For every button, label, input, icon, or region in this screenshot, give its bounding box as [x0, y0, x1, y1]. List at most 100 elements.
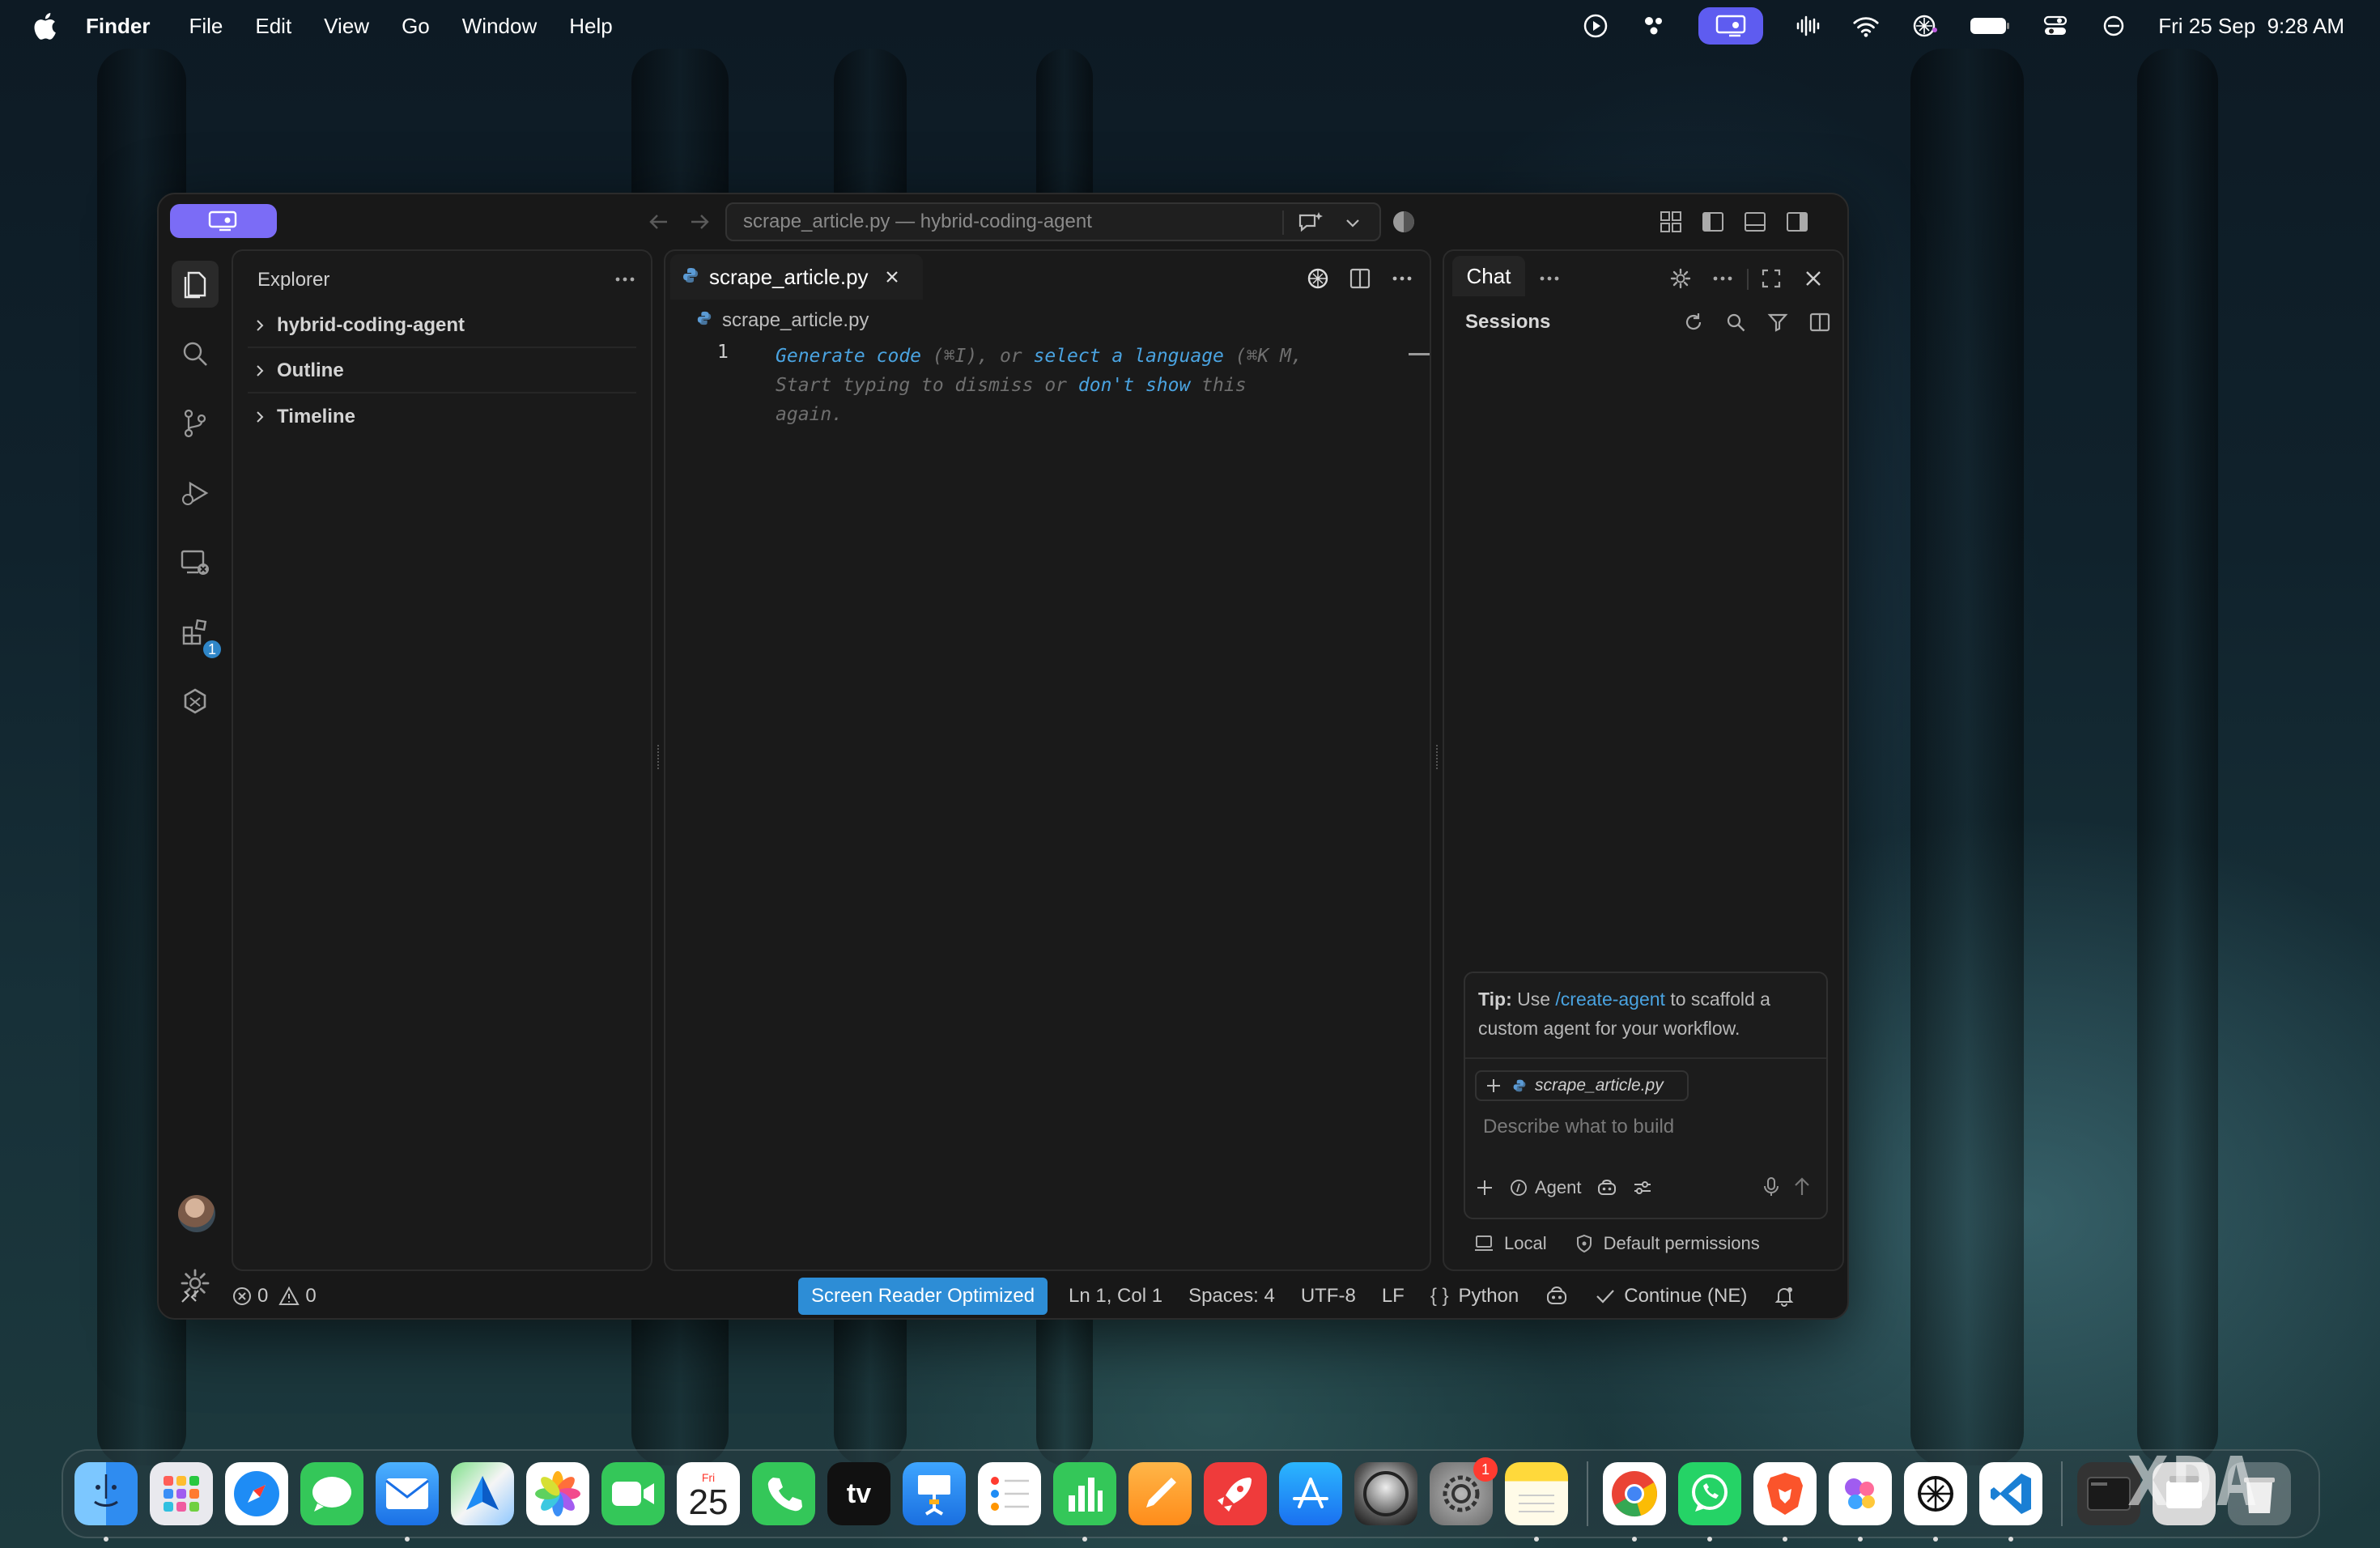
- refresh-icon[interactable]: [1679, 308, 1708, 337]
- menu-help[interactable]: Help: [569, 14, 612, 39]
- battery-icon[interactable]: [1969, 12, 2011, 40]
- remote-window-button[interactable]: [170, 204, 277, 238]
- openai-codex-icon[interactable]: [172, 678, 219, 725]
- menu-file[interactable]: File: [189, 14, 223, 39]
- permissions-button[interactable]: Default permissions: [1575, 1233, 1760, 1254]
- apple-tv-app[interactable]: tv: [827, 1462, 890, 1525]
- remote-explorer-icon[interactable]: [172, 539, 219, 586]
- photos-app[interactable]: [526, 1462, 589, 1525]
- keynote-app[interactable]: [903, 1462, 966, 1525]
- menu-go[interactable]: Go: [402, 14, 430, 39]
- explorer-section-timeline[interactable]: Timeline: [248, 395, 636, 439]
- toggle-panel-icon[interactable]: [1740, 207, 1770, 236]
- file-encoding[interactable]: UTF-8: [1301, 1285, 1356, 1308]
- chatgpt-app[interactable]: [1904, 1462, 1967, 1542]
- whatsapp-app[interactable]: [1678, 1462, 1741, 1542]
- language-mode[interactable]: { } Python: [1430, 1285, 1519, 1308]
- run-debug-icon[interactable]: [172, 470, 219, 517]
- macos-installer-app[interactable]: [1354, 1462, 1417, 1525]
- cursor-position[interactable]: Ln 1, Col 1: [1069, 1285, 1162, 1308]
- editor-tab-scrape-article[interactable]: scrape_article.py: [670, 254, 923, 300]
- problems-indicator[interactable]: 0 0: [232, 1285, 317, 1308]
- more-actions-icon[interactable]: [1388, 264, 1417, 293]
- add-context-button[interactable]: [1475, 1172, 1494, 1204]
- chevron-down-icon[interactable]: [1344, 214, 1362, 237]
- dots-cluster-icon[interactable]: [1640, 12, 1668, 40]
- vscode-app[interactable]: [1979, 1462, 2042, 1542]
- tools-settings-button[interactable]: [1632, 1172, 1653, 1204]
- filter-icon[interactable]: [1763, 308, 1792, 337]
- agent-mode-button[interactable]: Agent: [1509, 1172, 1582, 1204]
- chrome-app[interactable]: [1603, 1462, 1666, 1542]
- generate-code-link[interactable]: Generate code: [776, 346, 921, 367]
- model-picker-button[interactable]: [1596, 1172, 1617, 1204]
- mail-app[interactable]: [376, 1462, 439, 1542]
- play-circle-icon[interactable]: [1582, 12, 1609, 40]
- notifications-button[interactable]: [1773, 1285, 1796, 1308]
- openai-icon[interactable]: [1303, 264, 1332, 293]
- explorer-files-icon[interactable]: [172, 261, 219, 308]
- local-session-button[interactable]: Local: [1473, 1233, 1547, 1254]
- gear-icon[interactable]: [1666, 264, 1695, 293]
- numbers-app[interactable]: [1053, 1462, 1116, 1542]
- dont-show-link[interactable]: don't show: [1078, 375, 1190, 396]
- layout-customize-icon[interactable]: [1656, 207, 1685, 236]
- notes-app[interactable]: [1505, 1462, 1568, 1542]
- remote-indicator[interactable]: [178, 1284, 202, 1308]
- brave-app[interactable]: [1753, 1462, 1817, 1542]
- split-editor-icon[interactable]: [1345, 264, 1375, 293]
- more-actions-icon[interactable]: [1708, 264, 1737, 293]
- copilot-icon[interactable]: [1389, 207, 1418, 236]
- menu-window[interactable]: Window: [462, 14, 537, 39]
- system-settings-app[interactable]: 1: [1430, 1457, 1498, 1525]
- finder-app[interactable]: [74, 1462, 138, 1542]
- maximize-icon[interactable]: [1757, 264, 1786, 293]
- microphone-icon[interactable]: [1757, 1172, 1786, 1201]
- end-of-line[interactable]: LF: [1382, 1285, 1405, 1308]
- source-control-icon[interactable]: [172, 400, 219, 447]
- app-store-app[interactable]: [1279, 1462, 1342, 1525]
- chat-prompt-input[interactable]: [1483, 1116, 1807, 1138]
- wifi-icon[interactable]: [1852, 12, 1880, 40]
- search-icon[interactable]: [172, 330, 219, 377]
- plus-icon[interactable]: [1485, 1077, 1502, 1095]
- close-icon[interactable]: [1799, 264, 1828, 293]
- chat-sparkle-icon[interactable]: [1297, 211, 1324, 240]
- chat-tab[interactable]: Chat: [1452, 256, 1525, 296]
- send-arrow-icon[interactable]: [1787, 1172, 1817, 1201]
- maps-app[interactable]: [451, 1462, 514, 1525]
- facetime-app[interactable]: [601, 1462, 665, 1525]
- openai-status-icon[interactable]: [1910, 12, 1938, 40]
- command-center-search[interactable]: scrape_article.py — hybrid-coding-agent: [725, 202, 1381, 241]
- search-icon[interactable]: [1721, 308, 1750, 337]
- back-arrow-icon[interactable]: [644, 207, 674, 236]
- menu-view[interactable]: View: [324, 14, 369, 39]
- more-actions-icon[interactable]: [1535, 264, 1564, 293]
- screen-reader-mode-button[interactable]: Screen Reader Optimized: [798, 1278, 1048, 1315]
- create-agent-command-link[interactable]: /create-agent: [1555, 989, 1665, 1010]
- rocket-app[interactable]: [1204, 1462, 1267, 1525]
- breadcrumb[interactable]: scrape_article.py: [696, 309, 869, 332]
- close-icon[interactable]: [883, 268, 901, 286]
- assistant-app[interactable]: [1829, 1462, 1892, 1542]
- pages-app[interactable]: [1128, 1462, 1192, 1525]
- explorer-section-workspace[interactable]: hybrid-coding-agent: [248, 304, 636, 348]
- reminders-app[interactable]: [978, 1462, 1041, 1525]
- menu-clock[interactable]: Fri 25 Sep 9:28 AM: [2158, 14, 2344, 39]
- focus-mode-icon[interactable]: [2100, 12, 2127, 40]
- sidebar-resize-handle[interactable]: [657, 745, 661, 769]
- copilot-status[interactable]: [1545, 1285, 1569, 1308]
- toggle-secondary-sidebar-icon[interactable]: [1783, 207, 1812, 236]
- screen-share-icon[interactable]: [1698, 7, 1764, 45]
- messages-app[interactable]: [300, 1462, 363, 1525]
- safari-app[interactable]: [225, 1462, 288, 1525]
- explorer-section-outline[interactable]: Outline: [248, 350, 636, 393]
- indentation-setting[interactable]: Spaces: 4: [1188, 1285, 1275, 1308]
- more-actions-icon[interactable]: [610, 267, 640, 291]
- continue-status[interactable]: Continue (NE): [1595, 1285, 1747, 1308]
- menu-edit[interactable]: Edit: [255, 14, 291, 39]
- phone-app[interactable]: [752, 1462, 815, 1525]
- menu-app-name[interactable]: Finder: [86, 14, 150, 39]
- split-view-icon[interactable]: [1805, 308, 1834, 337]
- account-avatar[interactable]: [178, 1195, 215, 1232]
